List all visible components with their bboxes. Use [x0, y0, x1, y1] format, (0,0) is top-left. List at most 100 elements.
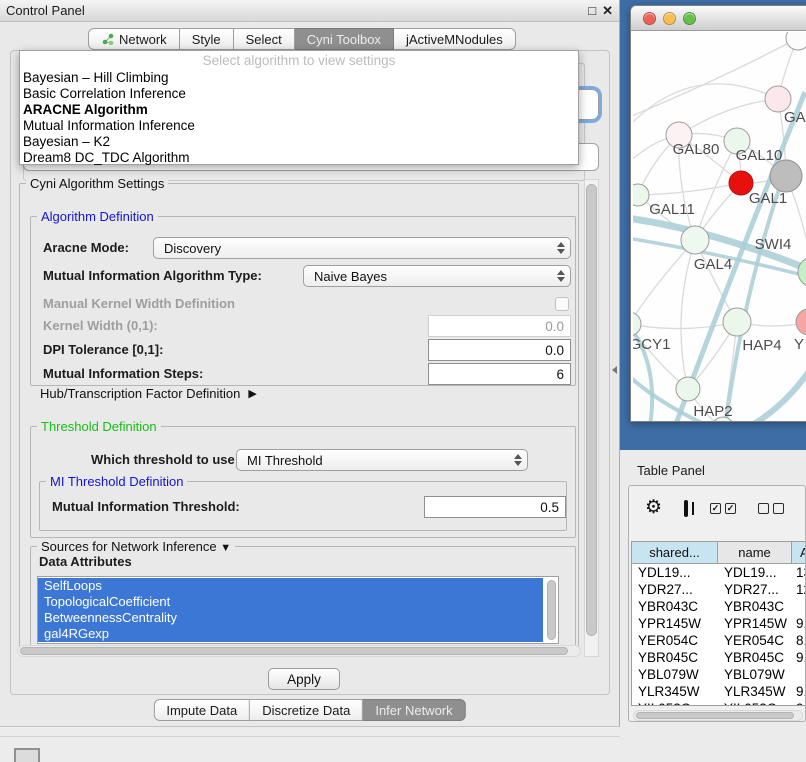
attribute-item[interactable]: SelfLoops [38, 578, 543, 594]
network-node[interactable] [798, 257, 806, 287]
tab-label: jActiveMNodules [406, 32, 503, 47]
network-node[interactable] [676, 377, 700, 401]
mi-threshold-value: 0.5 [540, 500, 559, 515]
combo-arrows-icon [511, 454, 527, 466]
settings-hscroll-thumb[interactable] [20, 647, 568, 655]
tab-discretize-data[interactable]: Discretize Data [250, 699, 363, 721]
attribute-list-scrollbar[interactable] [547, 580, 556, 640]
close-traffic-light[interactable] [643, 12, 656, 25]
gear-icon[interactable]: ⚙ [645, 498, 662, 518]
network-node[interactable] [723, 308, 751, 336]
table-row[interactable]: YER054CYER054C8... [632, 632, 806, 649]
table-cell: 9... [792, 683, 806, 700]
manual-kernel-width-checkbox[interactable] [555, 297, 569, 311]
dpi-tolerance-label: DPI Tolerance [0,1]: [43, 339, 163, 361]
mi-steps-value: 6 [556, 367, 564, 382]
network-node-label: SWI4 [755, 236, 792, 253]
mi-steps-field[interactable]: 6 [428, 363, 571, 385]
algorithm-option[interactable]: Bayesian – K2 [20, 134, 578, 150]
table-row[interactable]: YBL079WYBL079W [632, 666, 806, 683]
dpi-tolerance-field[interactable]: 0.0 [428, 339, 571, 361]
settings-vscroll-track[interactable] [584, 179, 599, 657]
network-node[interactable] [786, 32, 806, 50]
table-cell: 13... [792, 564, 806, 581]
attribute-item[interactable]: gal4RGexp [38, 626, 543, 642]
column-header[interactable]: shared... [632, 542, 718, 564]
table-cell: YBR043C [718, 598, 792, 615]
split-divider-arrow[interactable] [612, 366, 617, 374]
mi-algorithm-type-label: Mutual Information Algorithm Type: [43, 265, 262, 287]
network-edge [679, 99, 778, 135]
table-row[interactable]: YLR345WYLR345W9... [632, 683, 806, 700]
attribute-item[interactable]: BetweennessCentrality [38, 610, 543, 626]
settings-vscroll-thumb[interactable] [586, 184, 597, 636]
algorithm-option[interactable]: Basic Correlation Inference [20, 86, 578, 102]
table-hscroll-thumb[interactable] [636, 712, 794, 719]
which-threshold-value: MI Threshold [247, 453, 323, 468]
apply-button[interactable]: Apply [268, 668, 340, 690]
table-row[interactable]: YBR043CYBR043C [632, 598, 806, 615]
control-panel-window: Control Panel □ ✕ NetworkStyleSelectCyni… [0, 0, 620, 727]
mi-threshold-definition-title: MI Threshold Definition [46, 474, 187, 489]
table-row[interactable]: YDR27...YDR27...12... [632, 581, 806, 598]
tab-style[interactable]: Style [180, 28, 234, 50]
algorithm-option[interactable]: Bayesian – Hill Climbing [20, 70, 578, 86]
tab-cyni-toolbox[interactable]: Cyni Toolbox [295, 28, 394, 50]
expanded-arrow-icon[interactable]: ▼ [220, 542, 231, 554]
divider [0, 736, 620, 737]
attribute-item[interactable]: TopologicalCoefficient [38, 594, 543, 610]
table-row[interactable]: YBR045CYBR045C9... [632, 649, 806, 666]
unchecked-box-icon [758, 503, 769, 514]
table-row[interactable]: YDL19...YDL19...13... [632, 564, 806, 581]
checked-box-icon: ✓ [725, 503, 736, 514]
hub-definition-toggle[interactable]: Hub/Transcription Factor Definition ▶ [40, 386, 257, 401]
aracne-mode-combo[interactable]: Discovery [153, 237, 571, 259]
column-header[interactable]: name [718, 542, 792, 564]
tab-jactivemnodules[interactable]: jActiveMNodules [394, 28, 516, 50]
cyni-toolbox-content: galFiltered.sif default node Select algo… [10, 50, 610, 695]
float-window-icon[interactable]: □ [588, 4, 596, 18]
algorithm-option[interactable]: Mutual Information Inference [20, 118, 578, 134]
table-cell [792, 598, 806, 615]
table-cell: 9... [792, 615, 806, 632]
table-cell: YBR043C [632, 598, 718, 615]
network-node[interactable] [633, 312, 641, 336]
minimize-traffic-light[interactable] [663, 12, 676, 25]
table-row[interactable]: YIL052CYIL052C9 [632, 700, 806, 706]
table-hscroll-track[interactable] [633, 710, 803, 721]
split-columns-icon[interactable] [684, 500, 688, 517]
select-all-checks-icon[interactable]: ✓ ✓ [710, 503, 736, 514]
table-cell: 9... [792, 649, 806, 666]
tab-infer-network[interactable]: Infer Network [363, 699, 465, 721]
settings-hscroll-track[interactable] [17, 645, 581, 657]
mi-algorithm-type-value: Naive Bayes [314, 269, 387, 284]
network-node[interactable] [681, 226, 709, 254]
mi-threshold-field[interactable]: 0.5 [424, 496, 566, 518]
table-cell: YIL052C [632, 700, 718, 706]
algorithm-option[interactable]: ARACNE Algorithm [20, 102, 578, 118]
network-canvas[interactable]: GALGAL80GAL10GAL1GAL11SWI4GAL4GCY1HAP4YH… [633, 32, 806, 422]
close-window-icon[interactable]: ✕ [602, 4, 613, 18]
threshold-definition-title: Threshold Definition [37, 419, 161, 434]
network-window-titlebar[interactable] [631, 6, 806, 31]
dpi-tolerance-value: 0.0 [545, 343, 564, 358]
table-row[interactable]: YPR145WYPR145W9... [632, 615, 806, 632]
tab-select[interactable]: Select [234, 28, 295, 50]
zoom-traffic-light[interactable] [683, 12, 696, 25]
control-panel-titlebar: Control Panel □ ✕ [0, 0, 619, 22]
column-header[interactable]: A [792, 542, 806, 564]
table-cell: YBR045C [632, 649, 718, 666]
network-node[interactable] [796, 309, 806, 335]
which-threshold-combo[interactable]: MI Threshold [236, 449, 528, 471]
kernel-width-field[interactable]: 0.0 [428, 315, 571, 337]
network-node[interactable] [770, 160, 802, 192]
tab-impute-data[interactable]: Impute Data [153, 699, 250, 721]
tab-network[interactable]: Network [88, 28, 180, 50]
minimized-panel-icon[interactable] [14, 748, 40, 762]
table-cell: YPR145W [632, 615, 718, 632]
mi-algorithm-type-combo[interactable]: Naive Bayes [303, 265, 571, 287]
network-edge [633, 324, 688, 389]
network-node-label: HAP4 [742, 337, 781, 354]
deselect-all-checks-icon[interactable] [758, 503, 784, 514]
algorithm-option[interactable]: Dream8 DC_TDC Algorithm [20, 150, 578, 166]
